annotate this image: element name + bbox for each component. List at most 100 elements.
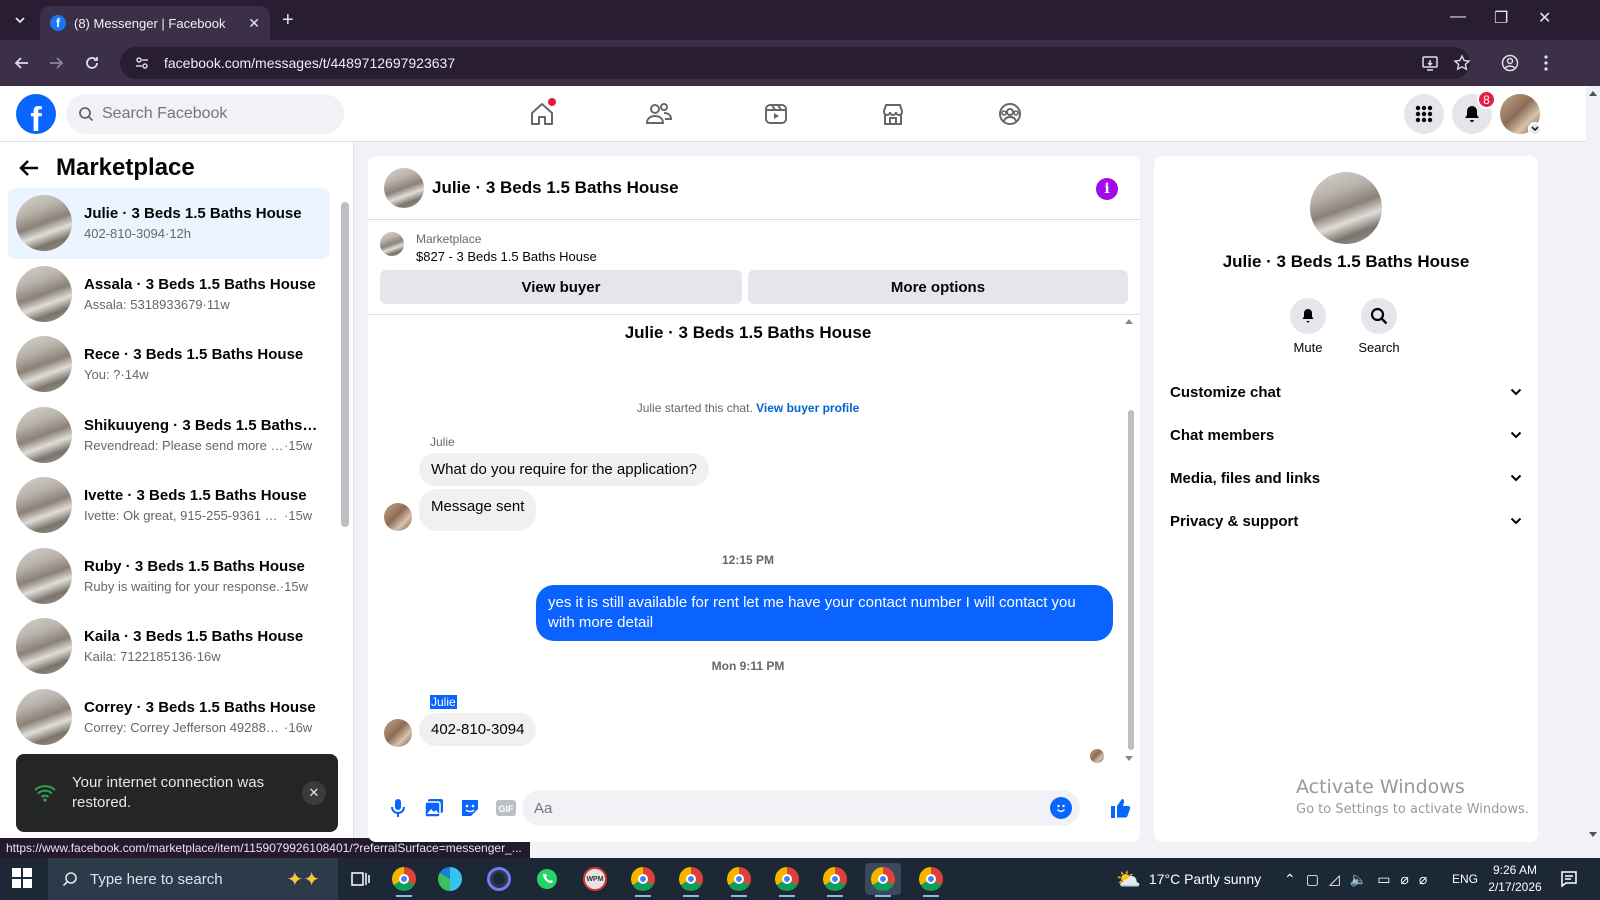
close-window-button[interactable]: ✕ (1538, 8, 1551, 28)
home-icon[interactable] (524, 96, 560, 132)
reload-icon (86, 57, 98, 69)
site-info-icon[interactable] (134, 55, 150, 71)
search-input[interactable] (102, 105, 322, 123)
outgoing-message[interactable]: yes it is still available for rent let m… (536, 585, 1113, 641)
page-scrollbar[interactable] (1586, 86, 1600, 842)
incoming-message[interactable]: What do you require for the application? (419, 453, 709, 486)
sidebar-scrollbar[interactable] (341, 202, 349, 527)
device-icon[interactable]: ▢ (1306, 871, 1319, 888)
conversation-item[interactable]: Kaila · 3 Beds 1.5 Baths House Kaila: 712… (8, 611, 330, 682)
close-toast-button[interactable]: ✕ (302, 781, 326, 805)
facebook-logo[interactable]: f (16, 94, 56, 134)
browser-tab[interactable]: f (8) Messenger | Facebook ✕ (40, 6, 270, 40)
details-section[interactable]: Customize chat (1154, 372, 1538, 412)
sticker-icon[interactable] (452, 790, 488, 826)
photo-icon[interactable] (416, 790, 452, 826)
chrome-profile-taskbar-icon[interactable] (625, 863, 661, 897)
conversation-item[interactable]: Correy · 3 Beds 1.5 Baths House Correy: C… (8, 682, 330, 753)
conversation-item[interactable]: Ruby · 3 Beds 1.5 Baths House Ruby is wai… (8, 541, 330, 612)
tab-search-button[interactable] (8, 8, 32, 32)
chevron-down-icon (1510, 474, 1522, 482)
chrome-taskbar-icon[interactable] (386, 863, 422, 897)
conversation-item[interactable]: Julie · 3 Beds 1.5 Baths House 402-810-30… (8, 188, 330, 259)
firefox-style-taskbar-icon[interactable] (481, 863, 517, 895)
sender-avatar[interactable] (384, 503, 412, 531)
info-icon[interactable]: i (1096, 178, 1118, 200)
chrome-profile-taskbar-icon[interactable] (673, 863, 709, 897)
whatsapp-taskbar-icon[interactable] (529, 863, 565, 895)
taskbar-search[interactable]: Type here to search ✦✦ (48, 858, 338, 900)
thread-scrollbar[interactable] (1128, 410, 1134, 750)
reload-button[interactable] (80, 51, 104, 75)
gif-icon[interactable]: GIF (488, 790, 524, 826)
account-avatar[interactable] (1500, 94, 1542, 136)
conversation-name: Ruby · 3 Beds 1.5 Baths House (84, 557, 305, 575)
details-section[interactable]: Media, files and links (1154, 458, 1538, 498)
view-buyer-button[interactable]: View buyer (380, 270, 742, 304)
chrome-profile-taskbar-icon[interactable] (817, 863, 853, 897)
bookmark-star-icon[interactable] (1450, 51, 1474, 75)
incoming-message[interactable]: Message sent (419, 489, 537, 531)
conversation-item[interactable]: Ivette · 3 Beds 1.5 Baths House Ivette: O… (8, 470, 330, 541)
restore-button[interactable]: ❐ (1494, 8, 1508, 28)
mute-button[interactable]: Mute (1278, 298, 1338, 355)
watch-icon[interactable] (758, 96, 794, 132)
conversation-item[interactable]: Assala · 3 Beds 1.5 Baths House Assala: 5… (8, 259, 330, 330)
arrow-left-icon (14, 57, 28, 69)
menu-grid-button[interactable] (1404, 94, 1444, 134)
more-menu-icon[interactable] (1534, 51, 1558, 75)
minimize-button[interactable]: — (1450, 8, 1466, 26)
location-off-icon[interactable]: ⌀ (1400, 871, 1408, 888)
back-button[interactable] (10, 51, 34, 75)
incoming-message[interactable]: 402-810-3094 (419, 713, 537, 746)
emoji-icon[interactable] (1050, 797, 1072, 819)
close-tab-icon[interactable]: ✕ (248, 15, 260, 32)
listing-card[interactable]: Marketplace $827 - 3 Beds 1.5 Baths Hous… (380, 230, 597, 266)
edge-taskbar-icon[interactable] (432, 863, 468, 895)
more-options-button[interactable]: More options (748, 270, 1128, 304)
details-section[interactable]: Privacy & support (1154, 501, 1538, 541)
conversation-item[interactable]: Rece · 3 Beds 1.5 Baths House You: ? · 14w (8, 329, 330, 400)
notification-center-icon[interactable] (1560, 858, 1578, 900)
task-view-icon[interactable] (342, 863, 378, 895)
chat-avatar[interactable] (384, 167, 424, 208)
chrome-profile-taskbar-icon[interactable] (721, 863, 757, 897)
details-avatar[interactable] (1310, 172, 1382, 244)
profile-icon[interactable] (1498, 51, 1522, 75)
microphone-icon[interactable] (380, 790, 416, 826)
weather-widget[interactable]: ⛅ 17°C Partly sunny (1116, 858, 1261, 900)
message-input[interactable] (534, 799, 1034, 817)
network-icon[interactable]: ◿ (1329, 871, 1340, 888)
view-buyer-profile-link[interactable]: View buyer profile (756, 401, 859, 415)
chrome-profile-taskbar-icon[interactable] (913, 863, 949, 897)
groups-icon[interactable] (992, 96, 1028, 132)
battery-icon[interactable]: ▭ (1377, 871, 1390, 888)
notifications-button[interactable]: 8 (1452, 90, 1496, 134)
search-box[interactable] (66, 94, 344, 134)
wifi-off-icon[interactable]: ⌀ (1419, 871, 1427, 888)
chevron-up-icon[interactable]: ⌃ (1284, 871, 1296, 888)
back-arrow-icon[interactable] (18, 158, 40, 178)
details-section[interactable]: Chat members (1154, 415, 1538, 455)
scroll-down-icon[interactable] (1124, 755, 1134, 765)
app-taskbar-icon[interactable]: WPM (577, 863, 613, 895)
mute-label: Mute (1293, 340, 1323, 355)
thumbs-up-icon[interactable] (1102, 790, 1138, 826)
windows-start-button[interactable] (12, 868, 32, 888)
volume-icon[interactable]: 🔈 (1350, 871, 1367, 888)
system-clock[interactable]: 9:26 AM 2/17/2026 (1474, 862, 1556, 896)
conversation-item[interactable]: Shikuuyeng · 3 Beds 1.5 Baths H... Revend… (8, 400, 330, 471)
chrome-active-taskbar-icon[interactable] (865, 863, 901, 897)
friends-icon[interactable] (641, 96, 677, 132)
search-conversation-button[interactable]: Search (1349, 298, 1409, 355)
url-field[interactable]: facebook.com/messages/t/4489712697923637 (120, 47, 1470, 79)
message-input-box[interactable] (522, 790, 1080, 826)
forward-button[interactable] (44, 51, 68, 75)
new-tab-button[interactable]: + (282, 8, 294, 32)
marketplace-icon[interactable] (875, 96, 911, 132)
chat-title[interactable]: Julie · 3 Beds 1.5 Baths House (432, 178, 679, 198)
install-app-icon[interactable] (1418, 51, 1442, 75)
scroll-up-icon[interactable] (1124, 317, 1134, 327)
chrome-profile-taskbar-icon[interactable] (769, 863, 805, 897)
sender-avatar[interactable] (384, 719, 412, 747)
